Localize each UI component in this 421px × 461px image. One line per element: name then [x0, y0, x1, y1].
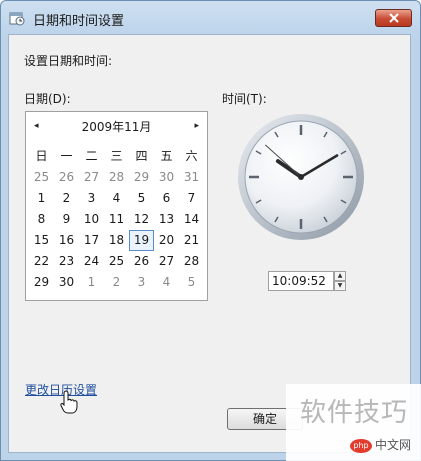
calendar-day[interactable]: 6 [154, 188, 179, 209]
calendar-day[interactable]: 28 [179, 251, 204, 272]
calendar-day[interactable]: 12 [129, 209, 154, 230]
spin-down-icon[interactable]: ▼ [334, 281, 346, 291]
spin-up-icon[interactable]: ▲ [334, 271, 346, 281]
weekday-row: 日 一 二 三 四 五 六 [29, 146, 204, 167]
watermark-logo-text: 中文网 [375, 438, 412, 452]
calendar-day[interactable]: 2 [104, 272, 129, 293]
calendar-day[interactable]: 5 [129, 188, 154, 209]
weekday-header: 一 [60, 149, 73, 163]
weekday-header: 六 [185, 149, 198, 163]
calendar-day[interactable]: 4 [104, 188, 129, 209]
time-input[interactable]: 10:09:52 [268, 271, 334, 291]
calendar-grid: 日 一 二 三 四 五 六 25 26 27 28 29 30 31 1 2 3… [29, 146, 204, 293]
weekday-header: 二 [85, 149, 98, 163]
calendar-day-selected[interactable]: 19 [129, 230, 154, 251]
calendar-day[interactable]: 11 [104, 209, 129, 230]
calendar-week: 29 30 1 2 3 4 5 [29, 272, 204, 293]
calendar-week: 1 2 3 4 5 6 7 [29, 188, 204, 209]
calendar-day[interactable]: 17 [79, 230, 104, 251]
watermark-text: 软件技巧 [300, 398, 409, 428]
weekday-header: 五 [160, 149, 173, 163]
close-button[interactable] [375, 9, 412, 27]
calendar-day[interactable]: 25 [104, 251, 129, 272]
dialog-heading: 设置日期和时间: [24, 54, 113, 68]
calendar-day[interactable]: 29 [29, 272, 54, 293]
calendar-week: 8 9 10 11 12 13 14 [29, 209, 204, 230]
calendar-day[interactable]: 26 [129, 251, 154, 272]
calendar-header: ◂ 2009年11月 ▸ [26, 118, 207, 136]
calendar[interactable]: ◂ 2009年11月 ▸ 日 一 二 三 四 五 六 25 26 27 28 2… [25, 111, 208, 301]
calendar-day[interactable]: 13 [154, 209, 179, 230]
calendar-day[interactable]: 24 [79, 251, 104, 272]
php-logo-badge: php [350, 438, 372, 453]
calendar-day[interactable]: 4 [154, 272, 179, 293]
calendar-day[interactable]: 2 [54, 188, 79, 209]
calendar-day[interactable]: 31 [179, 167, 204, 188]
close-icon [389, 13, 399, 23]
title-bar[interactable]: 日期和时间设置 [1, 1, 420, 35]
calendar-day[interactable]: 15 [29, 230, 54, 251]
calendar-day[interactable]: 22 [29, 251, 54, 272]
calendar-day[interactable]: 27 [79, 167, 104, 188]
calendar-day[interactable]: 3 [79, 188, 104, 209]
calendar-day[interactable]: 16 [54, 230, 79, 251]
time-label: 时间(T): [222, 92, 267, 106]
calendar-day[interactable]: 27 [154, 251, 179, 272]
calendar-day[interactable]: 3 [129, 272, 154, 293]
calendar-week: 25 26 27 28 29 30 31 [29, 167, 204, 188]
hand-pointer-icon [60, 390, 78, 414]
calendar-day[interactable]: 21 [179, 230, 204, 251]
calendar-day[interactable]: 8 [29, 209, 54, 230]
calendar-day[interactable]: 29 [129, 167, 154, 188]
calendar-day[interactable]: 14 [179, 209, 204, 230]
calendar-day[interactable]: 26 [54, 167, 79, 188]
calendar-day[interactable]: 1 [29, 188, 54, 209]
calendar-day[interactable]: 5 [179, 272, 204, 293]
calendar-day[interactable]: 30 [54, 272, 79, 293]
calendar-day[interactable]: 10 [79, 209, 104, 230]
next-month-button[interactable]: ▸ [194, 121, 199, 131]
calendar-day[interactable]: 18 [104, 230, 129, 251]
calendar-day[interactable]: 23 [54, 251, 79, 272]
date-label: 日期(D): [24, 92, 71, 106]
calendar-month-title[interactable]: 2009年11月 [26, 118, 207, 135]
date-time-icon [9, 12, 25, 26]
clock-center [298, 174, 304, 180]
watermark-logo: php 中文网 [350, 436, 411, 453]
weekday-header: 三 [110, 149, 123, 163]
window-title: 日期和时间设置 [33, 14, 125, 29]
calendar-week: 15 16 17 18 19 20 21 [29, 230, 204, 251]
weekday-header: 四 [135, 149, 148, 163]
calendar-day[interactable]: 25 [29, 167, 54, 188]
calendar-day[interactable]: 7 [179, 188, 204, 209]
calendar-week: 22 23 24 25 26 27 28 [29, 251, 204, 272]
calendar-day[interactable]: 1 [79, 272, 104, 293]
calendar-day[interactable]: 9 [54, 209, 79, 230]
calendar-day[interactable]: 20 [154, 230, 179, 251]
time-spinner[interactable]: ▲ ▼ [334, 271, 346, 291]
calendar-day[interactable]: 30 [154, 167, 179, 188]
weekday-header: 日 [35, 149, 48, 163]
analog-clock [238, 114, 364, 240]
calendar-day[interactable]: 28 [104, 167, 129, 188]
